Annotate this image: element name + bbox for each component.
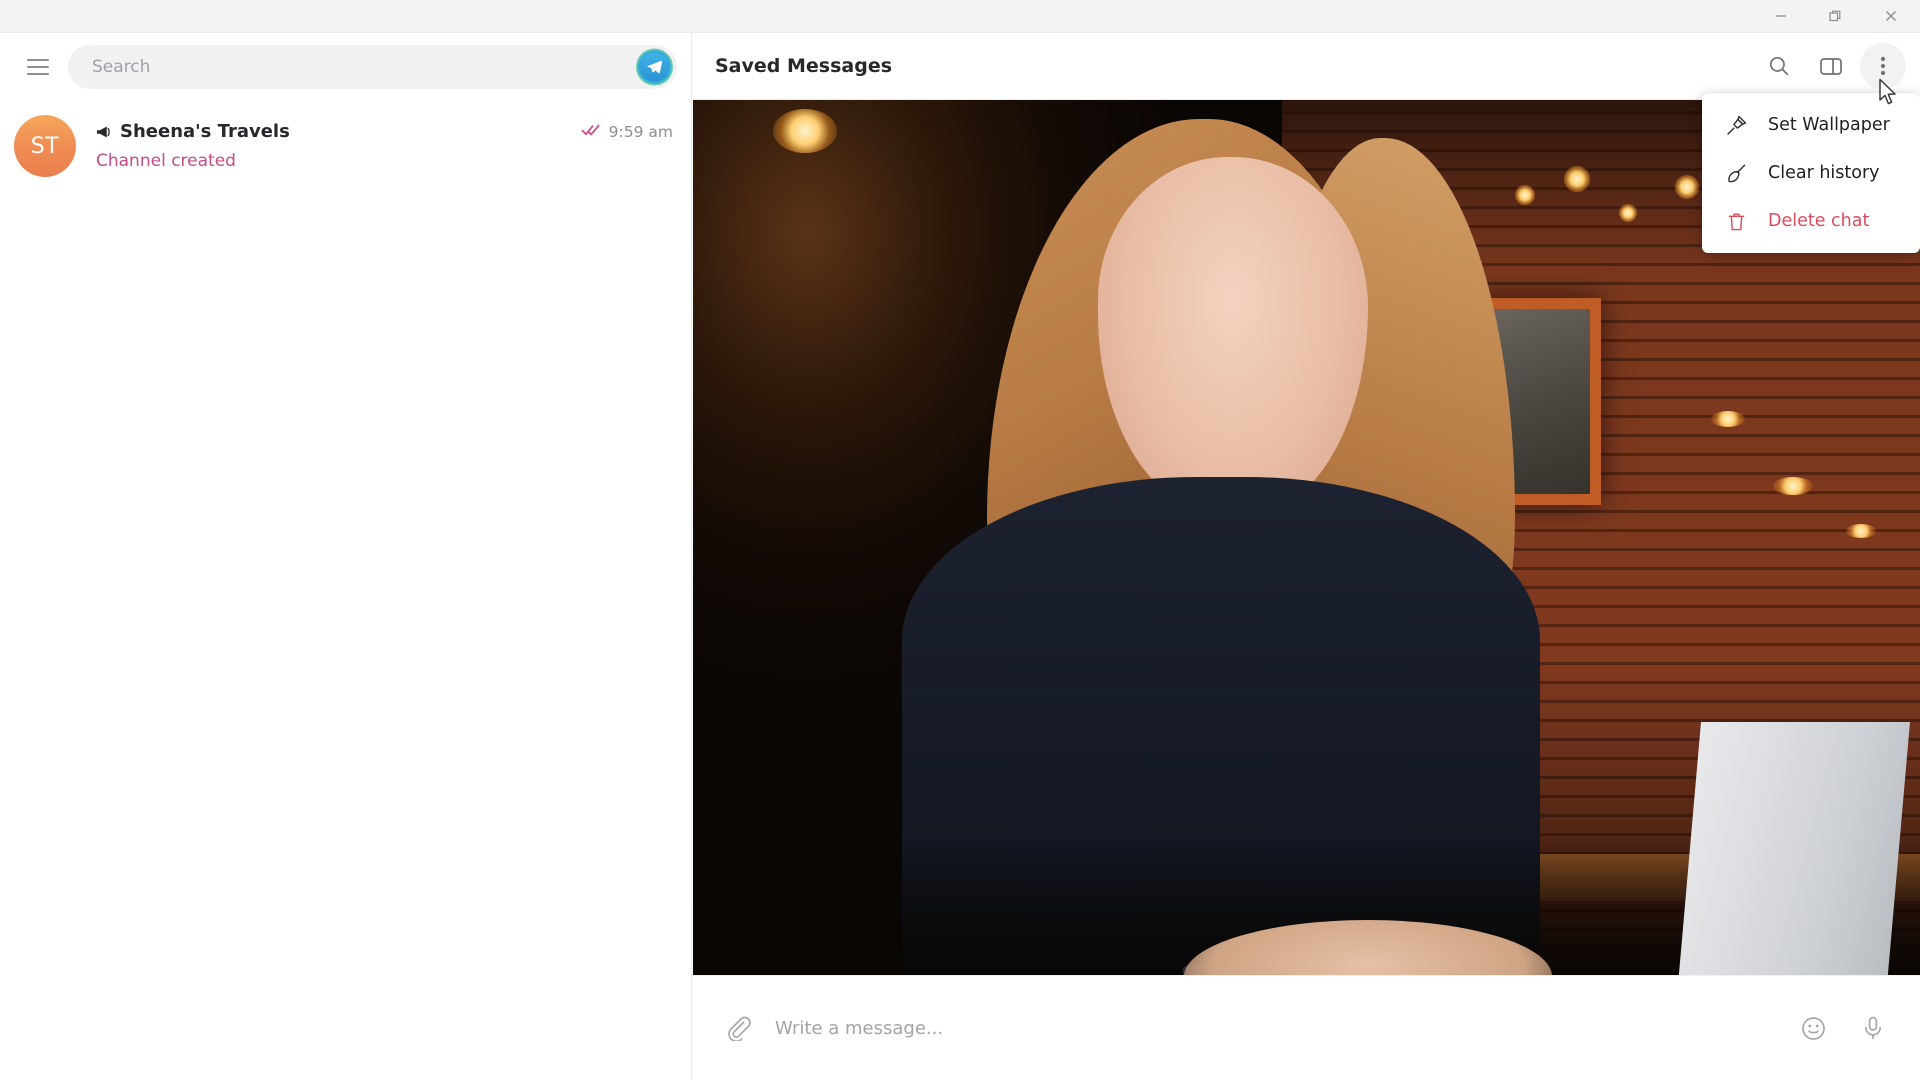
menu-item-clear-history[interactable]: Clear history bbox=[1702, 149, 1920, 197]
double-check-icon bbox=[581, 122, 603, 141]
bokeh-light bbox=[1846, 523, 1877, 538]
page-title: Saved Messages bbox=[715, 55, 893, 77]
more-options-icon[interactable] bbox=[1860, 43, 1906, 89]
paperclip-icon[interactable] bbox=[713, 1003, 763, 1053]
menu-item-label: Clear history bbox=[1768, 163, 1880, 183]
telegram-logo-button[interactable] bbox=[636, 48, 673, 85]
megaphone-icon bbox=[96, 125, 113, 139]
avatar: ST bbox=[14, 115, 76, 177]
title-bar bbox=[0, 0, 1920, 33]
chat-item-meta: 9:59 am bbox=[581, 122, 673, 141]
bokeh-light bbox=[1619, 203, 1638, 222]
trash-icon bbox=[1722, 210, 1750, 233]
sidebar-search-bar bbox=[0, 33, 691, 100]
message-composer bbox=[693, 975, 1920, 1080]
hamburger-icon[interactable] bbox=[16, 45, 60, 89]
chat-options-menu: Set Wallpaper Clear history Delete chat bbox=[1702, 93, 1920, 253]
chat-item-content: Sheena's Travels 9:59 am Channel created bbox=[96, 121, 673, 171]
chat-list-panel: ST Sheena's Travels bbox=[0, 33, 692, 1080]
header-actions bbox=[1756, 43, 1906, 89]
close-button[interactable] bbox=[1862, 0, 1920, 32]
microphone-icon[interactable] bbox=[1848, 1003, 1898, 1053]
chat-item-preview: Channel created bbox=[96, 151, 236, 171]
bokeh-light bbox=[1515, 184, 1536, 205]
composer-actions bbox=[1788, 1003, 1898, 1053]
telegram-window: ST Sheena's Travels bbox=[0, 0, 1920, 1080]
search-input[interactable] bbox=[92, 56, 621, 77]
search-icon[interactable] bbox=[1756, 43, 1802, 89]
bokeh-light bbox=[1772, 476, 1813, 495]
broom-icon bbox=[1722, 162, 1750, 185]
message-input[interactable] bbox=[775, 1017, 1776, 1039]
restore-button[interactable] bbox=[1808, 0, 1862, 32]
menu-item-label: Delete chat bbox=[1768, 211, 1870, 231]
minimize-button[interactable] bbox=[1754, 0, 1808, 32]
menu-item-delete-chat[interactable]: Delete chat bbox=[1702, 197, 1920, 245]
bokeh-light bbox=[1711, 410, 1746, 427]
conversation-header: Saved Messages bbox=[693, 33, 1920, 100]
search-field-wrapper[interactable] bbox=[68, 44, 677, 89]
message-input-wrapper[interactable] bbox=[775, 1017, 1776, 1039]
panel-toggle-icon[interactable] bbox=[1808, 43, 1854, 89]
ceiling-light bbox=[772, 109, 837, 154]
menu-item-label: Set Wallpaper bbox=[1768, 115, 1890, 135]
wallpaper-pin-icon bbox=[1722, 114, 1750, 137]
menu-item-set-wallpaper[interactable]: Set Wallpaper bbox=[1702, 101, 1920, 149]
bokeh-light bbox=[1564, 165, 1591, 192]
face bbox=[1097, 156, 1368, 515]
bokeh-light bbox=[1674, 175, 1699, 200]
telegram-plane-icon bbox=[640, 52, 669, 81]
emoji-icon[interactable] bbox=[1788, 1003, 1838, 1053]
chat-item-time: 9:59 am bbox=[608, 122, 673, 141]
chat-item-title: Sheena's Travels bbox=[120, 121, 290, 142]
chat-list-item[interactable]: ST Sheena's Travels 9:59 am Channel crea… bbox=[0, 100, 691, 192]
